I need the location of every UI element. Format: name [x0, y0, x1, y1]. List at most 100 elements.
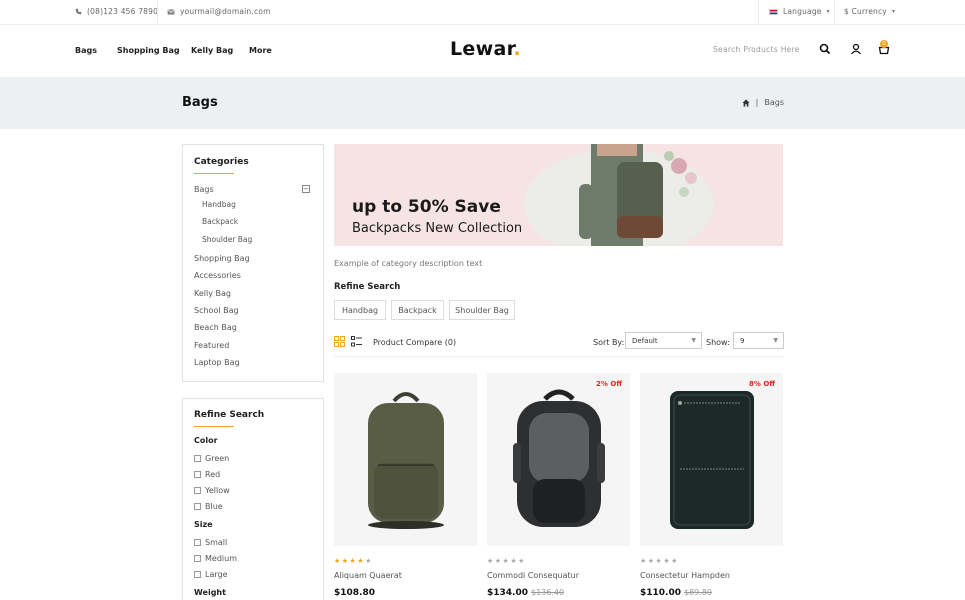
category-item-kelly-bag[interactable]: Kelly Bag — [194, 289, 231, 298]
grid-view-icon[interactable] — [334, 336, 345, 347]
mail-icon — [167, 8, 175, 15]
product-rating: ★★★★★ — [640, 557, 679, 565]
checkbox[interactable] — [194, 539, 201, 546]
email-info[interactable]: yourmail@domain.com — [167, 7, 271, 16]
old-price: $89.80 — [684, 588, 712, 597]
product-image[interactable]: 8% Off — [640, 373, 783, 546]
category-banner[interactable]: up to 50% Save Backpacks New Collection — [334, 144, 783, 246]
category-item-accessories[interactable]: Accessories — [194, 271, 241, 280]
sort-by-select[interactable]: Default ▼ — [625, 332, 702, 349]
phone-info[interactable]: (08)123 456 7890 — [75, 7, 158, 16]
phone-number: (08)123 456 7890 — [87, 7, 159, 16]
breadcrumb-separator: | — [755, 98, 759, 107]
discount-badge: 2% Off — [596, 380, 622, 388]
category-item-shopping-bag[interactable]: Shopping Bag — [194, 254, 250, 263]
product-name[interactable]: Commodi Consequatur — [487, 571, 579, 580]
show-select[interactable]: 9 ▼ — [733, 332, 784, 349]
filter-size-medium[interactable]: Medium — [194, 554, 237, 563]
currency-dropdown[interactable]: $ Currency ▾ — [844, 7, 895, 16]
product-name[interactable]: Aliquam Quaerat — [334, 571, 402, 580]
page-title-band: Bags | Bags — [0, 77, 965, 129]
product-image[interactable]: 2% Off — [487, 373, 630, 546]
collapse-icon[interactable]: − — [302, 185, 310, 193]
refine-search-title: Refine Search — [334, 282, 401, 292]
checkbox-label: Medium — [205, 554, 237, 563]
show-value: 9 — [740, 337, 745, 345]
filter-weight-label: Weight — [194, 588, 226, 597]
phone-icon — [75, 8, 82, 15]
chevron-down-icon: ▼ — [691, 337, 696, 344]
search-icon[interactable] — [819, 43, 831, 55]
checkbox[interactable] — [194, 503, 201, 510]
top-bar: (08)123 456 7890 yourmail@domain.com Lan… — [0, 0, 965, 25]
refine-tag-handbag[interactable]: Handbag — [334, 300, 386, 320]
category-item-bags[interactable]: Bags — [194, 185, 214, 194]
refine-tag-shoulder-bag[interactable]: Shoulder Bag — [449, 300, 515, 320]
product-name[interactable]: Consectetur Hampden — [640, 571, 730, 580]
user-icon[interactable] — [850, 43, 862, 55]
product-rating: ★★★★★ — [334, 557, 373, 565]
product-price: $108.80 — [334, 588, 375, 598]
checkbox-label: Large — [205, 570, 228, 579]
backpack-image — [368, 392, 444, 529]
language-dropdown[interactable]: Language ▾ — [769, 7, 830, 16]
nav-item-more[interactable]: More — [249, 46, 272, 55]
logo-dot: . — [513, 38, 522, 60]
checkbox-label: Red — [205, 470, 221, 479]
discount-badge: 8% Off — [749, 380, 775, 388]
filter-size-small[interactable]: Small — [194, 538, 227, 547]
filter-color-green[interactable]: Green — [194, 454, 229, 463]
sort-by-value: Default — [632, 337, 658, 345]
filter-panel: Refine Search Color Green Red Yellow Blu… — [182, 398, 324, 600]
logo-text: Lewar — [450, 38, 514, 60]
checkbox-label: Yellow — [205, 486, 230, 495]
current-price: $134.00 — [487, 588, 528, 598]
checkbox[interactable] — [194, 487, 201, 494]
filter-color-red[interactable]: Red — [194, 470, 220, 479]
checkbox[interactable] — [194, 555, 201, 562]
category-item-featured[interactable]: Featured — [194, 341, 229, 350]
subcategory-item-shoulder-bag[interactable]: Shoulder Bag — [202, 235, 252, 244]
show-label: Show: — [706, 338, 730, 347]
categories-title: Categories — [194, 157, 249, 167]
category-item-school-bag[interactable]: School Bag — [194, 306, 239, 315]
home-icon[interactable] — [742, 98, 750, 107]
cart-count-badge: 0 — [880, 40, 888, 48]
checkbox[interactable] — [194, 571, 201, 578]
checkbox[interactable] — [194, 471, 201, 478]
filter-title: Refine Search — [194, 410, 265, 420]
nav-item-shopping-bag[interactable]: Shopping Bag — [117, 46, 180, 55]
product-image[interactable] — [334, 373, 477, 546]
site-logo[interactable]: Lewar. — [450, 38, 521, 60]
checkbox-label: Green — [205, 454, 230, 463]
product-compare-link[interactable]: Product Compare (0) — [373, 338, 456, 347]
category-description: Example of category description text — [334, 259, 483, 268]
filter-color-blue[interactable]: Blue — [194, 502, 223, 511]
old-price: $136.40 — [531, 588, 565, 597]
product-price: $110.00 $89.80 — [640, 588, 712, 598]
checkbox[interactable] — [194, 455, 201, 462]
filter-color-yellow[interactable]: Yellow — [194, 486, 230, 495]
chevron-down-icon: ▼ — [773, 337, 778, 344]
product-rating: ★★★★★ — [487, 557, 526, 565]
categories-panel: Categories Bags − Handbag Backpack Shoul… — [182, 144, 324, 382]
refine-tag-backpack[interactable]: Backpack — [391, 300, 444, 320]
filter-size-large[interactable]: Large — [194, 570, 228, 579]
subcategory-item-backpack[interactable]: Backpack — [202, 217, 238, 226]
breadcrumb: | Bags — [742, 98, 784, 107]
currency-label: $ Currency — [844, 7, 887, 16]
banner-headline: up to 50% Save — [352, 197, 501, 217]
category-item-laptop-bag[interactable]: Laptop Bag — [194, 358, 240, 367]
garment-bag-image — [670, 391, 754, 529]
filter-size-label: Size — [194, 520, 213, 529]
sort-by-label: Sort By: — [593, 338, 625, 347]
nav-item-bags[interactable]: Bags — [75, 46, 97, 55]
nav-item-kelly-bag[interactable]: Kelly Bag — [191, 46, 233, 55]
language-label: Language — [783, 7, 822, 16]
subcategory-item-handbag[interactable]: Handbag — [202, 200, 236, 209]
category-item-beach-bag[interactable]: Beach Bag — [194, 323, 237, 332]
list-view-icon[interactable] — [351, 336, 362, 347]
current-price: $110.00 — [640, 588, 681, 598]
search-input[interactable]: Search Products Here — [713, 45, 800, 54]
filter-color-label: Color — [194, 436, 218, 445]
